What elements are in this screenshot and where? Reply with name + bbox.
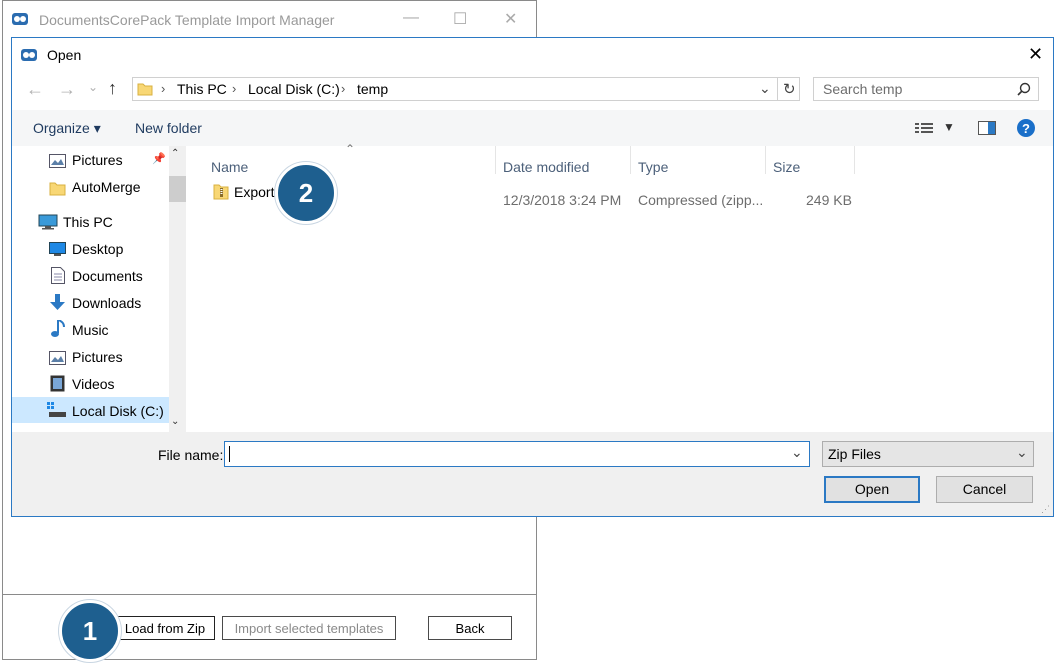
toolbar: Organize ▾ New folder ▼ ?	[12, 110, 1053, 146]
import-selected-templates-button[interactable]: Import selected templates	[222, 616, 396, 640]
breadcrumb-local-disk[interactable]: Local Disk (C:)	[248, 81, 340, 97]
load-from-zip-button[interactable]: Load from Zip	[115, 616, 215, 640]
svg-text:?: ?	[1022, 121, 1030, 136]
chevron-down-icon[interactable]: ⌄	[791, 444, 803, 461]
divider	[777, 78, 778, 100]
dialog-title: Open	[47, 47, 82, 63]
computer-icon	[38, 214, 58, 230]
nav-item-this-pc[interactable]: This PC	[63, 214, 113, 230]
breadcrumb-separator: ›	[232, 81, 237, 96]
search-box[interactable]: Search temp	[813, 77, 1039, 101]
navigation-pane: Pictures 📌 AutoMerge This PC Desktop Doc…	[12, 146, 186, 432]
organize-menu[interactable]: Organize ▾	[33, 120, 101, 137]
file-name[interactable]: Export	[234, 184, 274, 200]
column-separator	[630, 146, 631, 174]
nav-item-automerge[interactable]: AutoMerge	[72, 179, 140, 195]
nav-item-music[interactable]: Music	[72, 322, 109, 338]
scroll-thumb[interactable]	[169, 176, 186, 202]
desktop-icon	[49, 242, 66, 256]
column-name[interactable]: Name	[211, 159, 248, 175]
recent-dropdown-icon[interactable]: ⌄	[88, 80, 98, 94]
nav-item-desktop[interactable]: Desktop	[72, 241, 123, 257]
filter-value: Zip Files	[828, 446, 881, 462]
up-arrow-icon[interactable]: ↑	[108, 78, 117, 99]
address-bar[interactable]: › This PC › Local Disk (C:) › temp ⌄ ↻	[132, 77, 800, 101]
search-input[interactable]: Search temp	[823, 81, 902, 97]
text-cursor	[229, 446, 230, 462]
close-button[interactable]: ✕	[504, 9, 517, 29]
back-arrow-icon[interactable]: ←	[26, 79, 44, 100]
column-separator	[854, 146, 855, 174]
help-icon[interactable]: ?	[1017, 119, 1035, 137]
nav-item-downloads[interactable]: Downloads	[72, 295, 141, 311]
breadcrumb-separator: ›	[161, 81, 166, 96]
maximize-button[interactable]: ☐	[453, 9, 467, 29]
pin-icon: 📌	[152, 153, 166, 165]
zip-folder-icon	[213, 184, 229, 200]
column-separator	[495, 146, 496, 174]
downloads-icon	[50, 294, 65, 310]
nav-item-videos[interactable]: Videos	[72, 376, 115, 392]
view-options-icon[interactable]	[915, 122, 935, 134]
videos-icon	[50, 375, 65, 392]
column-date-modified[interactable]: Date modified	[503, 159, 589, 175]
file-type-filter[interactable]: Zip Files ⌄	[822, 441, 1034, 467]
bottom-panel: File name: ⌄ Zip Files ⌄ Open Cancel ⋰	[12, 432, 1053, 516]
file-name-label: File name:	[158, 447, 224, 463]
open-button[interactable]: Open	[824, 476, 920, 503]
column-type[interactable]: Type	[638, 159, 668, 175]
refresh-icon[interactable]: ↻	[783, 80, 796, 98]
search-icon	[1017, 82, 1031, 96]
folder-icon	[137, 83, 153, 96]
music-icon	[51, 320, 65, 337]
file-date: 12/3/2018 3:24 PM	[503, 192, 622, 208]
pictures-icon	[49, 351, 66, 365]
file-size: 249 KB	[806, 192, 852, 208]
breadcrumb-separator: ›	[341, 81, 346, 96]
nav-item-documents[interactable]: Documents	[72, 268, 143, 284]
sort-arrow-icon: ⌃	[345, 142, 356, 156]
file-type: Compressed (zipp...	[638, 192, 764, 208]
dialog-close-button[interactable]: ✕	[1028, 44, 1043, 65]
column-size[interactable]: Size	[773, 159, 800, 175]
documents-icon	[51, 267, 65, 284]
step-2-badge: 2	[275, 162, 337, 224]
divider	[3, 594, 536, 595]
column-separator	[765, 146, 766, 174]
app-logo-icon	[12, 13, 28, 25]
step-1-badge: 1	[59, 600, 121, 662]
chevron-down-icon[interactable]: ⌄	[1016, 444, 1028, 461]
drive-icon	[47, 402, 66, 417]
scroll-up-icon[interactable]: ⌃	[171, 148, 179, 159]
view-dropdown-icon[interactable]: ▼	[943, 120, 955, 134]
nav-item-local-disk[interactable]: Local Disk (C:)	[72, 403, 164, 419]
breadcrumb-this-pc[interactable]: This PC	[177, 81, 227, 97]
nav-item-pictures[interactable]: Pictures	[72, 152, 123, 168]
nav-scrollbar[interactable]: ⌃ ⌄	[169, 146, 186, 432]
pictures-icon	[49, 154, 66, 168]
app-logo-icon	[21, 49, 37, 61]
preview-pane-icon[interactable]	[978, 121, 996, 135]
breadcrumb-temp[interactable]: temp	[357, 81, 388, 97]
open-dialog: Open ✕ ← → ⌄ ↑ › This PC › Local Disk (C…	[11, 37, 1054, 517]
window-title: DocumentsCorePack Template Import Manage…	[39, 12, 335, 28]
cancel-button[interactable]: Cancel	[936, 476, 1033, 503]
forward-arrow-icon[interactable]: →	[58, 79, 76, 100]
back-button[interactable]: Back	[428, 616, 512, 640]
resize-grip-icon[interactable]: ⋰	[1041, 504, 1050, 515]
file-name-input[interactable]: ⌄	[224, 441, 810, 467]
folder-icon	[49, 182, 66, 196]
minimize-button[interactable]: —	[403, 9, 419, 27]
address-dropdown-icon[interactable]: ⌄	[759, 80, 771, 97]
scroll-down-icon[interactable]: ⌄	[171, 416, 179, 427]
nav-item-pictures-2[interactable]: Pictures	[72, 349, 123, 365]
new-folder-button[interactable]: New folder	[135, 120, 202, 136]
